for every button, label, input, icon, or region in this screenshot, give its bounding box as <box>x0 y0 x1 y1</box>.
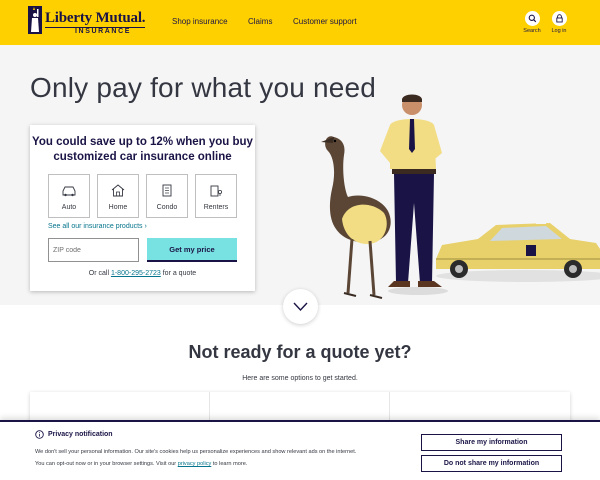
liberty-mutual-logo[interactable]: Liberty Mutual. INSURANCE <box>28 6 148 40</box>
car-icon <box>62 186 76 197</box>
scroll-down-button[interactable] <box>283 289 318 324</box>
privacy-title: Privacy notification <box>48 431 113 438</box>
search-label: Search <box>523 28 541 34</box>
product-auto-label: Auto <box>61 204 77 211</box>
share-my-information-button[interactable]: Share my information <box>421 434 562 451</box>
call-suffix: for a quote <box>160 270 197 277</box>
do-not-share-button[interactable]: Do not share my information <box>421 455 562 472</box>
get-my-price-button[interactable]: Get my price <box>147 238 237 262</box>
statue-of-liberty-icon <box>28 6 42 34</box>
quote-card-heading: You could save up to 12% when you buy cu… <box>32 136 253 163</box>
privacy-text-suffix: to learn more. <box>211 461 248 467</box>
chevron-down-icon <box>293 302 308 312</box>
privacy-text-line-1: We don't sell your personal information.… <box>35 449 357 455</box>
logo-sub-text: INSURANCE <box>75 28 132 35</box>
emu-image <box>321 136 391 299</box>
privacy-policy-link[interactable]: privacy policy <box>178 461 212 467</box>
privacy-text-prefix: You can opt-out now or in your browser s… <box>35 461 178 467</box>
privacy-text-line-2: You can opt-out now or in your browser s… <box>35 458 415 470</box>
house-icon <box>111 184 125 197</box>
hero-section: Only pay for what you need You could sav… <box>0 45 600 305</box>
call-prefix: Or call <box>88 270 111 277</box>
login-button[interactable]: Log in <box>547 11 571 34</box>
product-condo-label: Condo <box>156 204 178 211</box>
logo-brand-text: Liberty Mutual. <box>45 10 146 26</box>
privacy-banner: Privacy notification We don't sell your … <box>0 420 600 480</box>
product-renters-label: Renters <box>203 204 229 211</box>
lock-icon <box>555 14 563 23</box>
call-for-quote: Or call 1-800-295-2723 for a quote <box>30 270 255 277</box>
info-icon <box>35 430 44 439</box>
yellow-car-image <box>436 220 600 282</box>
phone-link[interactable]: 1-800-295-2723 <box>111 270 161 277</box>
site-header: Liberty Mutual. INSURANCE Shop insurance… <box>0 0 600 45</box>
not-ready-subtitle: Here are some options to get started. <box>242 375 358 382</box>
nav-customer-support[interactable]: Customer support <box>293 17 357 26</box>
privacy-text: We don't sell your personal information.… <box>35 446 415 470</box>
product-renters[interactable]: Renters <box>195 174 237 218</box>
login-label: Log in <box>551 28 567 34</box>
hero-illustration <box>321 94 600 299</box>
search-icon <box>528 14 536 23</box>
not-ready-title: Not ready for a quote yet? <box>188 342 412 362</box>
zip-code-input[interactable] <box>48 238 139 262</box>
product-auto[interactable]: Auto <box>48 174 90 218</box>
product-home-label: Home <box>108 204 128 211</box>
nav-claims[interactable]: Claims <box>248 17 272 26</box>
search-button[interactable]: Search <box>520 11 544 34</box>
quote-card: You could save up to 12% when you buy cu… <box>30 125 255 291</box>
building-icon <box>162 184 172 197</box>
see-all-products-link[interactable]: See all our insurance products › <box>48 223 147 230</box>
product-condo[interactable]: Condo <box>146 174 188 218</box>
renters-icon <box>210 185 222 197</box>
nav-shop-insurance[interactable]: Shop insurance <box>172 17 228 26</box>
product-home[interactable]: Home <box>97 174 139 218</box>
